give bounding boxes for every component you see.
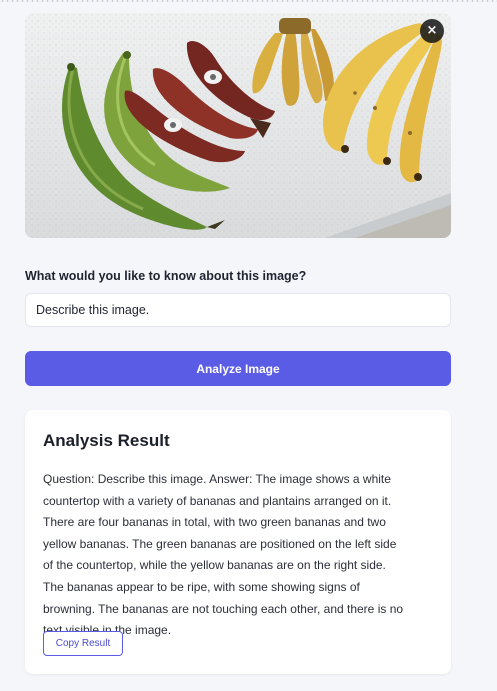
result-text: Question: Describe this image. Answer: T…	[43, 472, 404, 638]
analyze-image-button[interactable]: Analyze Image	[25, 351, 451, 386]
question-input[interactable]	[25, 293, 451, 327]
top-border	[0, 0, 497, 2]
analysis-result-card: Analysis Result Question: Describe this …	[25, 410, 451, 674]
prompt-label: What would you like to know about this i…	[25, 269, 307, 283]
result-title: Analysis Result	[43, 431, 170, 450]
bananas-photo	[25, 13, 451, 238]
uploaded-image-preview	[25, 13, 451, 238]
close-icon[interactable]: ×	[420, 19, 444, 43]
copy-result-button[interactable]: Copy Result	[43, 631, 123, 656]
